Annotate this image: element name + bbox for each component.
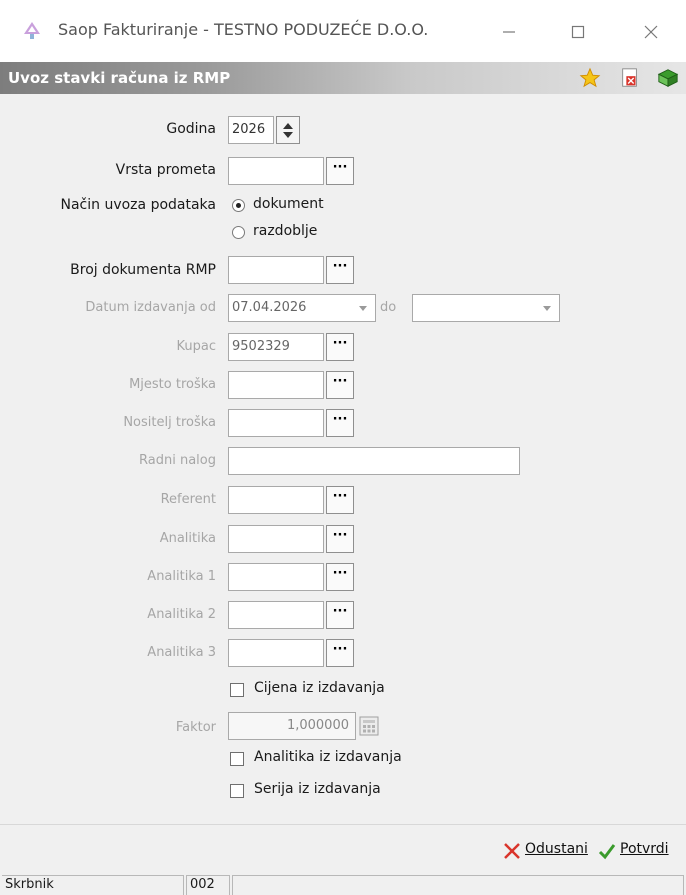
datum-do-dropdown-icon[interactable] — [536, 294, 558, 322]
pdf-icon[interactable] — [618, 67, 642, 89]
status-user: Skrbnik — [2, 875, 184, 895]
analitika1-label: Analitika 1 — [147, 569, 216, 584]
close-button[interactable] — [628, 14, 674, 50]
cijena-iz-izdavanja-label[interactable]: Cijena iz izdavanja — [254, 680, 385, 696]
faktor-input[interactable]: 1,000000 — [228, 712, 356, 740]
godina-spinner[interactable] — [276, 116, 300, 144]
favorite-star-icon[interactable] — [578, 67, 602, 89]
analitika-iz-izdavanja-label[interactable]: Analitika iz izdavanja — [254, 749, 402, 765]
mjesto-troska-label: Mjesto troška — [129, 377, 216, 392]
analitika3-lookup-button[interactable]: ··· — [326, 639, 354, 667]
analitika-iz-izdavanja-checkbox[interactable] — [230, 752, 244, 766]
broj-dokumenta-lookup-button[interactable]: ··· — [326, 256, 354, 284]
kupac-label: Kupac — [176, 339, 216, 354]
datum-od-value: 07.04.2026 — [232, 300, 307, 315]
vrsta-prometa-lookup-button[interactable]: ··· — [326, 157, 354, 185]
godina-input[interactable]: 2026 — [228, 116, 274, 144]
minimize-icon — [503, 31, 515, 33]
referent-lookup-button[interactable]: ··· — [326, 486, 354, 514]
radio-razdoblje-label[interactable]: razdoblje — [253, 223, 317, 239]
kupac-lookup-button[interactable]: ··· — [326, 333, 354, 361]
referent-input[interactable] — [228, 486, 324, 514]
godina-label: Godina — [166, 121, 216, 137]
window-title: Saop Fakturiranje - TESTNO PODUZEĆE D.O.… — [58, 20, 429, 39]
minimize-button[interactable] — [486, 14, 532, 50]
spin-down-icon[interactable] — [283, 132, 293, 138]
analitika3-label: Analitika 3 — [147, 645, 216, 660]
analitika1-input[interactable] — [228, 563, 324, 591]
nositelj-troska-input[interactable] — [228, 409, 324, 437]
cancel-button[interactable]: Odustani — [525, 841, 588, 857]
cancel-x-icon — [504, 843, 520, 859]
dialog-header: Uvoz stavki računa iz RMP — [0, 62, 686, 94]
faktor-label: Faktor — [175, 720, 216, 735]
serija-iz-izdavanja-checkbox[interactable] — [230, 784, 244, 798]
analitika1-lookup-button[interactable]: ··· — [326, 563, 354, 591]
broj-dokumenta-input[interactable] — [228, 256, 324, 284]
status-code: 002 — [186, 875, 230, 895]
godina-value: 2026 — [232, 122, 266, 137]
analitika2-label: Analitika 2 — [147, 607, 216, 622]
spin-up-icon[interactable] — [283, 123, 293, 129]
kupac-value: 9502329 — [232, 339, 290, 354]
analitika2-lookup-button[interactable]: ··· — [326, 601, 354, 629]
window-titlebar: Saop Fakturiranje - TESTNO PODUZEĆE D.O.… — [0, 0, 686, 62]
radni-nalog-label: Radni nalog — [139, 453, 216, 468]
cijena-iz-izdavanja-checkbox[interactable] — [230, 683, 244, 697]
mjesto-troska-lookup-button[interactable]: ··· — [326, 371, 354, 399]
radio-razdoblje[interactable] — [232, 226, 245, 239]
analitika2-input[interactable] — [228, 601, 324, 629]
referent-label: Referent — [160, 492, 216, 507]
confirm-check-icon — [598, 844, 616, 860]
confirm-button-label: Potvrdi — [620, 841, 669, 857]
faktor-value: 1,000000 — [286, 718, 349, 733]
kupac-input[interactable]: 9502329 — [228, 333, 324, 361]
radio-dokument-label[interactable]: dokument — [253, 196, 324, 212]
help-book-icon[interactable] — [656, 67, 680, 89]
radni-nalog-input[interactable] — [228, 447, 520, 475]
nositelj-troska-lookup-button[interactable]: ··· — [326, 409, 354, 437]
maximize-button[interactable] — [555, 14, 601, 50]
import-form: Godina 2026 Vrsta prometa ··· Način uvoz… — [0, 94, 686, 824]
analitika-lookup-button[interactable]: ··· — [326, 525, 354, 553]
nositelj-troska-label: Nositelj troška — [123, 415, 216, 430]
analitika-input[interactable] — [228, 525, 324, 553]
mjesto-troska-input[interactable] — [228, 371, 324, 399]
datum-izdavanja-label: Datum izdavanja od — [85, 300, 216, 315]
nacin-uvoza-label: Način uvoza podataka — [60, 197, 217, 213]
radio-dokument[interactable] — [232, 199, 245, 212]
dialog-title: Uvoz stavki računa iz RMP — [8, 69, 231, 87]
action-bar: Odustani Potvrdi — [0, 824, 686, 873]
datum-od-dropdown-icon[interactable] — [352, 294, 374, 322]
serija-iz-izdavanja-label[interactable]: Serija iz izdavanja — [254, 781, 381, 797]
status-bar: Skrbnik 002 — [0, 872, 686, 895]
analitika3-input[interactable] — [228, 639, 324, 667]
analitika-label: Analitika — [159, 531, 216, 546]
broj-dokumenta-label: Broj dokumenta RMP — [70, 262, 216, 278]
datum-do-label: do — [380, 300, 397, 315]
vrsta-prometa-label: Vrsta prometa — [115, 162, 216, 178]
status-extra — [232, 875, 684, 895]
cancel-button-label: Odustani — [525, 841, 588, 857]
vrsta-prometa-input[interactable] — [228, 157, 324, 185]
close-icon — [644, 25, 658, 39]
confirm-button[interactable]: Potvrdi — [620, 841, 669, 857]
calculator-icon[interactable] — [358, 715, 380, 737]
maximize-icon — [571, 25, 585, 39]
app-icon — [24, 22, 40, 39]
